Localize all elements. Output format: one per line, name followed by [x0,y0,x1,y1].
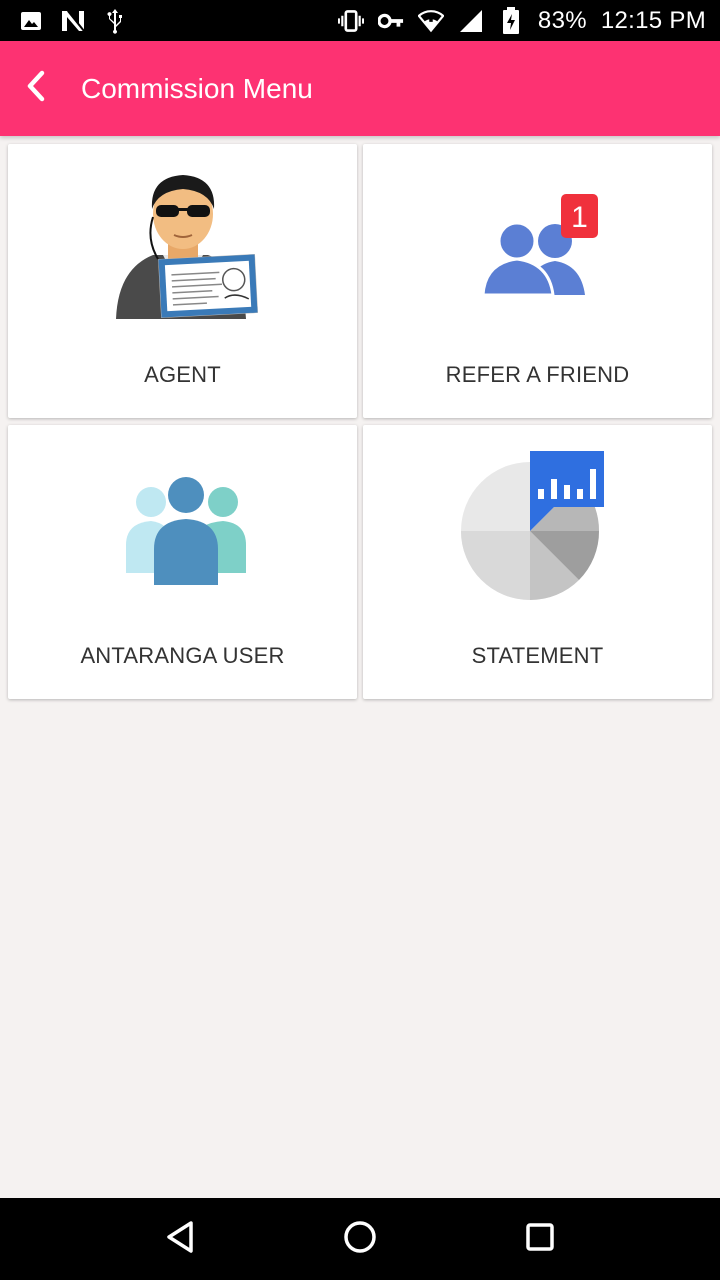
menu-tile-agent[interactable]: AGENT [8,144,357,418]
status-left-icons [18,8,128,34]
users-group-icon [8,425,357,625]
cell-signal-icon [458,8,484,34]
nav-home-button[interactable] [330,1209,390,1269]
tile-label-refer-a-friend: REFER A FRIEND [445,362,630,387]
tile-label-agent: AGENT [144,362,221,387]
page-title: Commission Menu [81,72,313,104]
n-notification-icon [60,8,86,34]
status-bar: 83% 12:15 PM [0,0,720,41]
recents-square-icon [525,1222,555,1257]
notification-badge: 1 [571,201,588,234]
image-icon [18,8,44,34]
commission-menu-grid: AGENT 1 REFER A FRIEND ANTARANGA USER ST… [8,144,712,699]
agent-icon [8,144,357,344]
menu-tile-statement[interactable]: STATEMENT [363,425,712,699]
clock: 12:15 PM [600,6,706,34]
back-button[interactable] [0,41,72,136]
home-circle-icon [343,1220,377,1259]
vibrate-icon [337,8,364,34]
tile-label-statement: STATEMENT [471,643,604,668]
battery-charging-icon [498,6,524,34]
chevron-left-icon [24,70,48,107]
tile-label-antaranga-user: ANTARANGA USER [80,643,285,668]
wifi-icon [417,8,444,34]
menu-tile-antaranga-user[interactable]: ANTARANGA USER [8,425,357,699]
back-triangle-icon [164,1220,196,1259]
vpn-key-icon [377,8,404,34]
nav-back-button[interactable] [150,1209,210,1269]
app-bar: Commission Menu [0,41,720,136]
menu-tile-refer-a-friend[interactable]: 1 REFER A FRIEND [363,144,712,418]
status-right-icons: 83% 12:15 PM [337,6,706,35]
system-nav-bar [0,1198,720,1280]
battery-percent: 83% [537,6,587,34]
nav-recents-button[interactable] [510,1209,570,1269]
usb-icon [102,8,128,34]
statement-chart-icon [363,425,712,625]
refer-friend-icon: 1 [363,144,712,344]
